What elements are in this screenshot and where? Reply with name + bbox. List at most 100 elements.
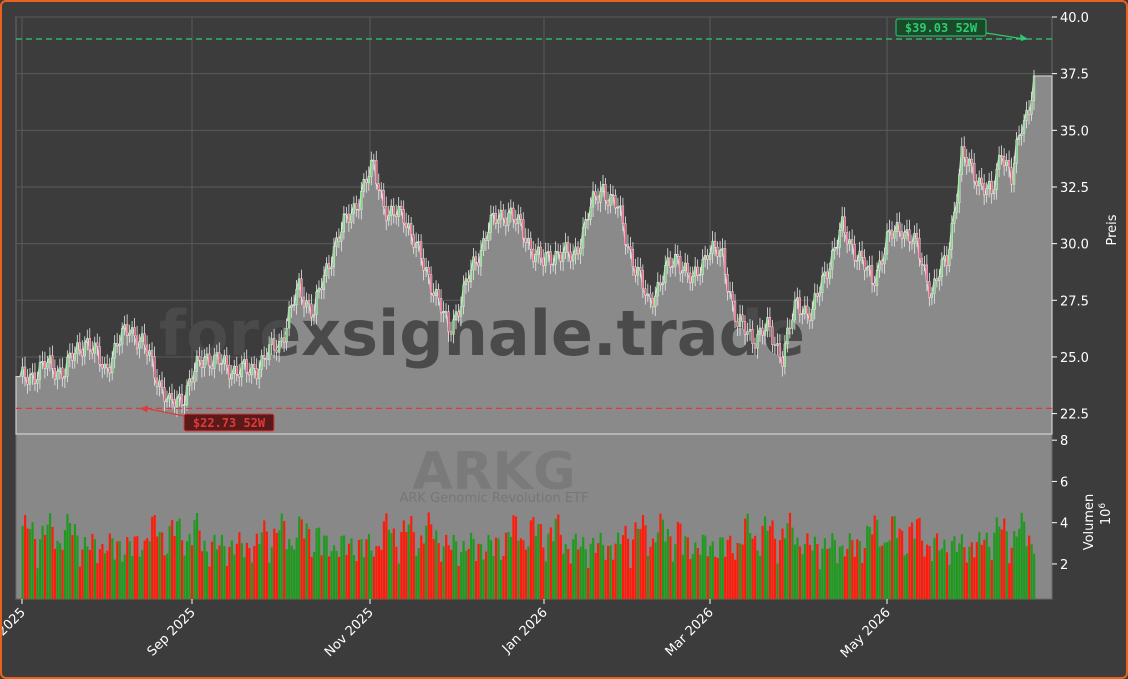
volume-bar	[599, 532, 602, 599]
volume-bar	[918, 517, 921, 599]
candle-body	[38, 362, 42, 380]
volume-bar	[634, 522, 637, 599]
candle-body	[230, 373, 233, 380]
candle-body	[985, 188, 988, 196]
candle-body	[307, 300, 311, 305]
volume-bar	[328, 556, 331, 599]
candle-body	[691, 276, 694, 283]
volume-bar	[375, 546, 378, 599]
candle-body	[454, 311, 458, 320]
volume-bar	[691, 554, 694, 599]
volume-bar	[846, 549, 849, 599]
candle-body	[943, 255, 946, 260]
candle-body	[73, 353, 76, 361]
candle-body	[1032, 75, 1036, 101]
candle-body	[634, 266, 637, 276]
volume-bar	[567, 548, 570, 599]
candle-body	[818, 292, 821, 297]
volume-bar	[544, 561, 547, 599]
volume-bar	[878, 546, 881, 599]
volume-bar	[631, 539, 635, 599]
candle-body	[841, 216, 844, 231]
volume-bar	[228, 546, 231, 599]
volume-bar	[813, 536, 816, 599]
volume-bar	[676, 522, 679, 599]
candle-body	[190, 378, 194, 383]
candle-body	[639, 266, 642, 271]
candle-body	[948, 249, 951, 266]
candle-body	[741, 314, 744, 322]
volume-tick-label: 6	[1060, 475, 1068, 490]
volume-bar	[803, 544, 807, 599]
volume-bar	[821, 548, 824, 599]
volume-bar	[965, 562, 968, 599]
volume-bar	[148, 541, 151, 599]
volume-bar	[617, 532, 620, 599]
candle-body	[317, 287, 321, 293]
candle-body	[905, 229, 909, 233]
volume-bar	[56, 540, 59, 599]
candle-body	[285, 327, 288, 343]
candle-body	[76, 342, 79, 354]
price-ticks: 22.5 25.0 27.5 30.0 32.5 35.0 37.5 40.0	[1052, 11, 1089, 423]
candle-body	[589, 206, 592, 220]
candle-body	[148, 350, 151, 356]
candle-body	[272, 338, 276, 351]
candle-body	[362, 179, 365, 192]
candle-body	[865, 267, 869, 271]
candle-body	[489, 214, 493, 233]
candle-body	[706, 255, 709, 260]
candle-body	[86, 338, 89, 343]
volume-bar	[694, 542, 697, 599]
candle-body	[452, 319, 455, 335]
date-tick-label: May 2026	[838, 605, 894, 661]
candle-body	[778, 343, 782, 358]
candle-body	[205, 353, 208, 358]
candle-body	[940, 259, 943, 278]
volume-bar	[235, 543, 238, 599]
candle-body	[140, 333, 144, 342]
volume-bar	[597, 543, 600, 599]
volume-bar	[766, 530, 769, 599]
volume-bar	[392, 528, 395, 599]
candle-body	[462, 284, 465, 307]
candle-body	[726, 274, 729, 292]
volume-bar	[415, 555, 418, 599]
candle-body	[514, 219, 517, 224]
candle-body	[763, 330, 767, 336]
volume-bar	[791, 527, 794, 599]
volume-bar	[594, 552, 597, 599]
volume-bar	[462, 540, 465, 599]
candle-body	[933, 278, 936, 294]
volume-bar	[479, 544, 483, 599]
candle-body	[863, 257, 866, 271]
candle-body	[417, 241, 420, 243]
volume-bar	[435, 530, 438, 599]
candle-body	[803, 305, 806, 314]
volume-bar	[582, 537, 585, 599]
volume-bar	[816, 543, 819, 599]
volume-bar	[756, 550, 759, 599]
candle-body	[21, 366, 24, 377]
candle-body	[659, 282, 662, 286]
candle-body	[828, 268, 831, 279]
volume-bar	[225, 565, 229, 599]
volume-bar	[883, 542, 886, 599]
volume-bar	[554, 518, 557, 599]
volume-bar	[138, 556, 141, 599]
volume-bar	[487, 534, 490, 599]
volume-bar	[397, 563, 400, 599]
volume-bar	[621, 535, 625, 599]
volume-bar	[711, 541, 714, 599]
candle-body	[467, 278, 470, 283]
candle-body	[885, 231, 889, 255]
candle-body	[427, 267, 430, 275]
volume-bar	[669, 536, 672, 599]
volume-bar	[654, 542, 657, 599]
volume-bar	[168, 525, 171, 599]
volume-bar	[370, 550, 373, 599]
candle-body	[619, 205, 622, 208]
candle-body	[928, 281, 931, 298]
volume-bar	[315, 528, 318, 599]
candle-body	[305, 300, 308, 308]
